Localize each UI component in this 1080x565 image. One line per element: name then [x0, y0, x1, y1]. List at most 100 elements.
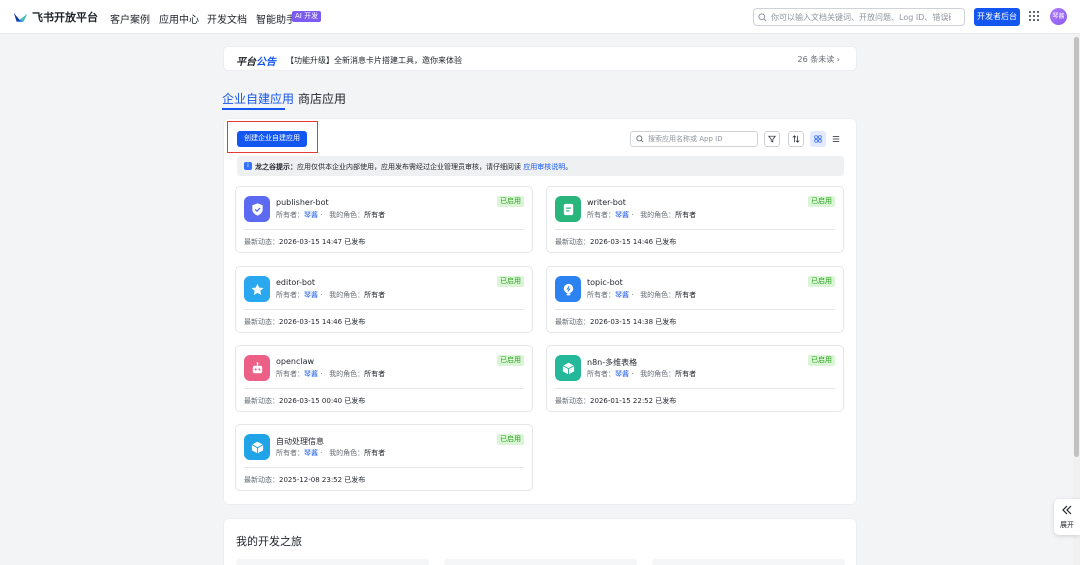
status-badge: 已启用 — [808, 276, 835, 287]
app-card[interactable]: 自动处理信息 所有者：琴酱 · 我的角色：所有者 已启用 最新动态：2025-1… — [235, 424, 533, 491]
dev-journey-section: 我的开发之旅 — [223, 518, 857, 565]
last-update-time: 2026-03-15 00:40 已发布 — [279, 397, 366, 405]
last-update: 最新动态：2026-03-15 14:46 已发布 — [555, 238, 677, 246]
owner-name[interactable]: 琴酱 — [615, 291, 629, 299]
app-card[interactable]: editor-bot 所有者：琴酱 · 我的角色：所有者 已启用 最新动态：20… — [235, 266, 533, 333]
card-divider — [244, 229, 524, 230]
tab-store-apps[interactable]: 商店应用 — [298, 90, 346, 107]
owner-name[interactable]: 琴酱 — [304, 370, 318, 378]
app-name[interactable]: writer-bot — [587, 198, 626, 207]
owner-name[interactable]: 琴酱 — [615, 211, 629, 219]
app-name[interactable]: 自动处理信息 — [276, 436, 324, 447]
nav-app-center[interactable]: 应用中心 — [159, 11, 199, 26]
card-divider — [555, 388, 835, 389]
last-update: 最新动态：2026-03-15 14:38 已发布 — [555, 318, 677, 326]
active-tab-indicator — [222, 108, 285, 110]
journey-card[interactable] — [444, 559, 637, 565]
status-badge: 已启用 — [808, 355, 835, 366]
app-card[interactable]: publisher-bot 所有者：琴酱 · 我的角色：所有者 已启用 最新动态… — [235, 186, 533, 253]
card-view-icon — [814, 135, 822, 143]
app-card[interactable]: openclaw 所有者：琴酱 · 我的角色：所有者 已启用 最新动态：2026… — [235, 345, 533, 412]
announcement-text[interactable]: 【功能升级】全新消息卡片搭建工具，邀你来体验 — [286, 55, 462, 66]
app-name[interactable]: editor-bot — [276, 278, 315, 287]
status-badge: 已启用 — [497, 196, 524, 207]
status-badge: 已启用 — [808, 196, 835, 207]
journey-card[interactable] — [236, 559, 429, 565]
unread-count-link[interactable]: 26 条未读 › — [798, 54, 840, 65]
filter-icon — [768, 135, 776, 143]
brand-name: 飞书开放平台 — [32, 11, 98, 24]
star-icon — [244, 276, 270, 302]
my-role: 所有者 — [675, 211, 697, 219]
app-name[interactable]: topic-bot — [587, 278, 623, 287]
my-role: 所有者 — [364, 291, 386, 299]
top-search-input[interactable] — [771, 12, 951, 22]
tab-enterprise-apps[interactable]: 企业自建应用 — [222, 90, 294, 107]
double-chevron-left-icon — [1062, 505, 1072, 515]
card-view-button[interactable] — [810, 131, 826, 147]
cube-icon — [555, 355, 581, 381]
app-meta: 所有者：琴酱 · 我的角色：所有者 — [587, 370, 697, 378]
app-meta: 所有者：琴酱 · 我的角色：所有者 — [276, 291, 386, 299]
app-search-input[interactable] — [648, 135, 753, 143]
sort-button[interactable] — [788, 131, 804, 147]
my-role: 所有者 — [364, 370, 386, 378]
logo-icon — [13, 13, 28, 22]
last-update: 最新动态：2026-01-15 22:52 已发布 — [555, 397, 677, 405]
list-view-icon — [832, 136, 840, 142]
avatar[interactable]: 琴酱 — [1050, 8, 1067, 25]
apps-grid-icon[interactable] — [1029, 11, 1039, 21]
owner-name[interactable]: 琴酱 — [615, 370, 629, 378]
info-icon: i — [244, 162, 252, 170]
nav-customer-cases[interactable]: 客户案例 — [110, 11, 150, 26]
expand-side-panel-button[interactable]: 展开 — [1054, 499, 1080, 535]
announcement-bar: 平台公告 【功能升级】全新消息卡片搭建工具，邀你来体验 26 条未读 › — [223, 46, 857, 71]
last-update-time: 2026-03-15 14:46 已发布 — [279, 318, 366, 326]
app-card[interactable]: writer-bot 所有者：琴酱 · 我的角色：所有者 已启用 最新动态：20… — [546, 186, 844, 253]
last-update: 最新动态：2026-03-15 14:47 已发布 — [244, 238, 366, 246]
journey-title: 我的开发之旅 — [236, 535, 302, 548]
last-update-time: 2026-03-15 14:47 已发布 — [279, 238, 366, 246]
shield-check-icon — [244, 196, 270, 222]
top-search-box[interactable] — [753, 8, 965, 26]
app-meta: 所有者：琴酱 · 我的角色：所有者 — [587, 211, 697, 219]
app-card[interactable]: n8n-多维表格 所有者：琴酱 · 我的角色：所有者 已启用 最新动态：2026… — [546, 345, 844, 412]
app-search-box[interactable] — [630, 131, 758, 147]
lightbulb-icon — [555, 276, 581, 302]
brand-logo[interactable]: 飞书开放平台 — [13, 9, 98, 25]
app-name[interactable]: n8n-多维表格 — [587, 357, 637, 368]
app-name[interactable]: publisher-bot — [276, 198, 329, 207]
owner-name[interactable]: 琴酱 — [304, 291, 318, 299]
nav-dev-docs[interactable]: 开发文档 — [207, 11, 247, 26]
developer-console-button[interactable]: 开发者后台 — [974, 8, 1020, 26]
search-icon — [636, 135, 644, 143]
ai-badge: AI 开发 — [292, 11, 322, 22]
last-update: 最新动态：2025-12-08 23:52 已发布 — [244, 476, 366, 484]
review-guide-link[interactable]: 应用审核说明 — [523, 163, 565, 171]
owner-name[interactable]: 琴酱 — [304, 211, 318, 219]
status-badge: 已启用 — [497, 434, 524, 445]
filter-button[interactable] — [764, 131, 780, 147]
card-divider — [555, 309, 835, 310]
my-role: 所有者 — [364, 211, 386, 219]
app-meta: 所有者：琴酱 · 我的角色：所有者 — [276, 370, 386, 378]
list-view-button[interactable] — [828, 131, 844, 147]
owner-name[interactable]: 琴酱 — [304, 449, 318, 457]
app-meta: 所有者：琴酱 · 我的角色：所有者 — [276, 211, 386, 219]
top-nav: 飞书开放平台 客户案例 应用中心 开发文档 智能助手 AI 开发 开发者后台 琴… — [0, 0, 1080, 34]
card-divider — [244, 309, 524, 310]
document-icon — [555, 196, 581, 222]
page-scrollbar[interactable] — [1073, 35, 1080, 565]
my-role: 所有者 — [364, 449, 386, 457]
nav-smart-assistant[interactable]: 智能助手 — [256, 11, 296, 26]
cube-icon — [244, 434, 270, 460]
app-name[interactable]: openclaw — [276, 357, 314, 366]
journey-card[interactable] — [652, 559, 845, 565]
sort-icon — [792, 135, 800, 143]
scrollbar-thumb[interactable] — [1074, 37, 1079, 457]
card-divider — [555, 229, 835, 230]
card-divider — [244, 467, 524, 468]
tip-text: 龙之谷提示：应用仅供本企业内部使用，应用发布需经过企业管理员审核，请仔细阅读 应… — [255, 163, 573, 171]
robot-icon — [244, 355, 270, 381]
app-card[interactable]: topic-bot 所有者：琴酱 · 我的角色：所有者 已启用 最新动态：202… — [546, 266, 844, 333]
